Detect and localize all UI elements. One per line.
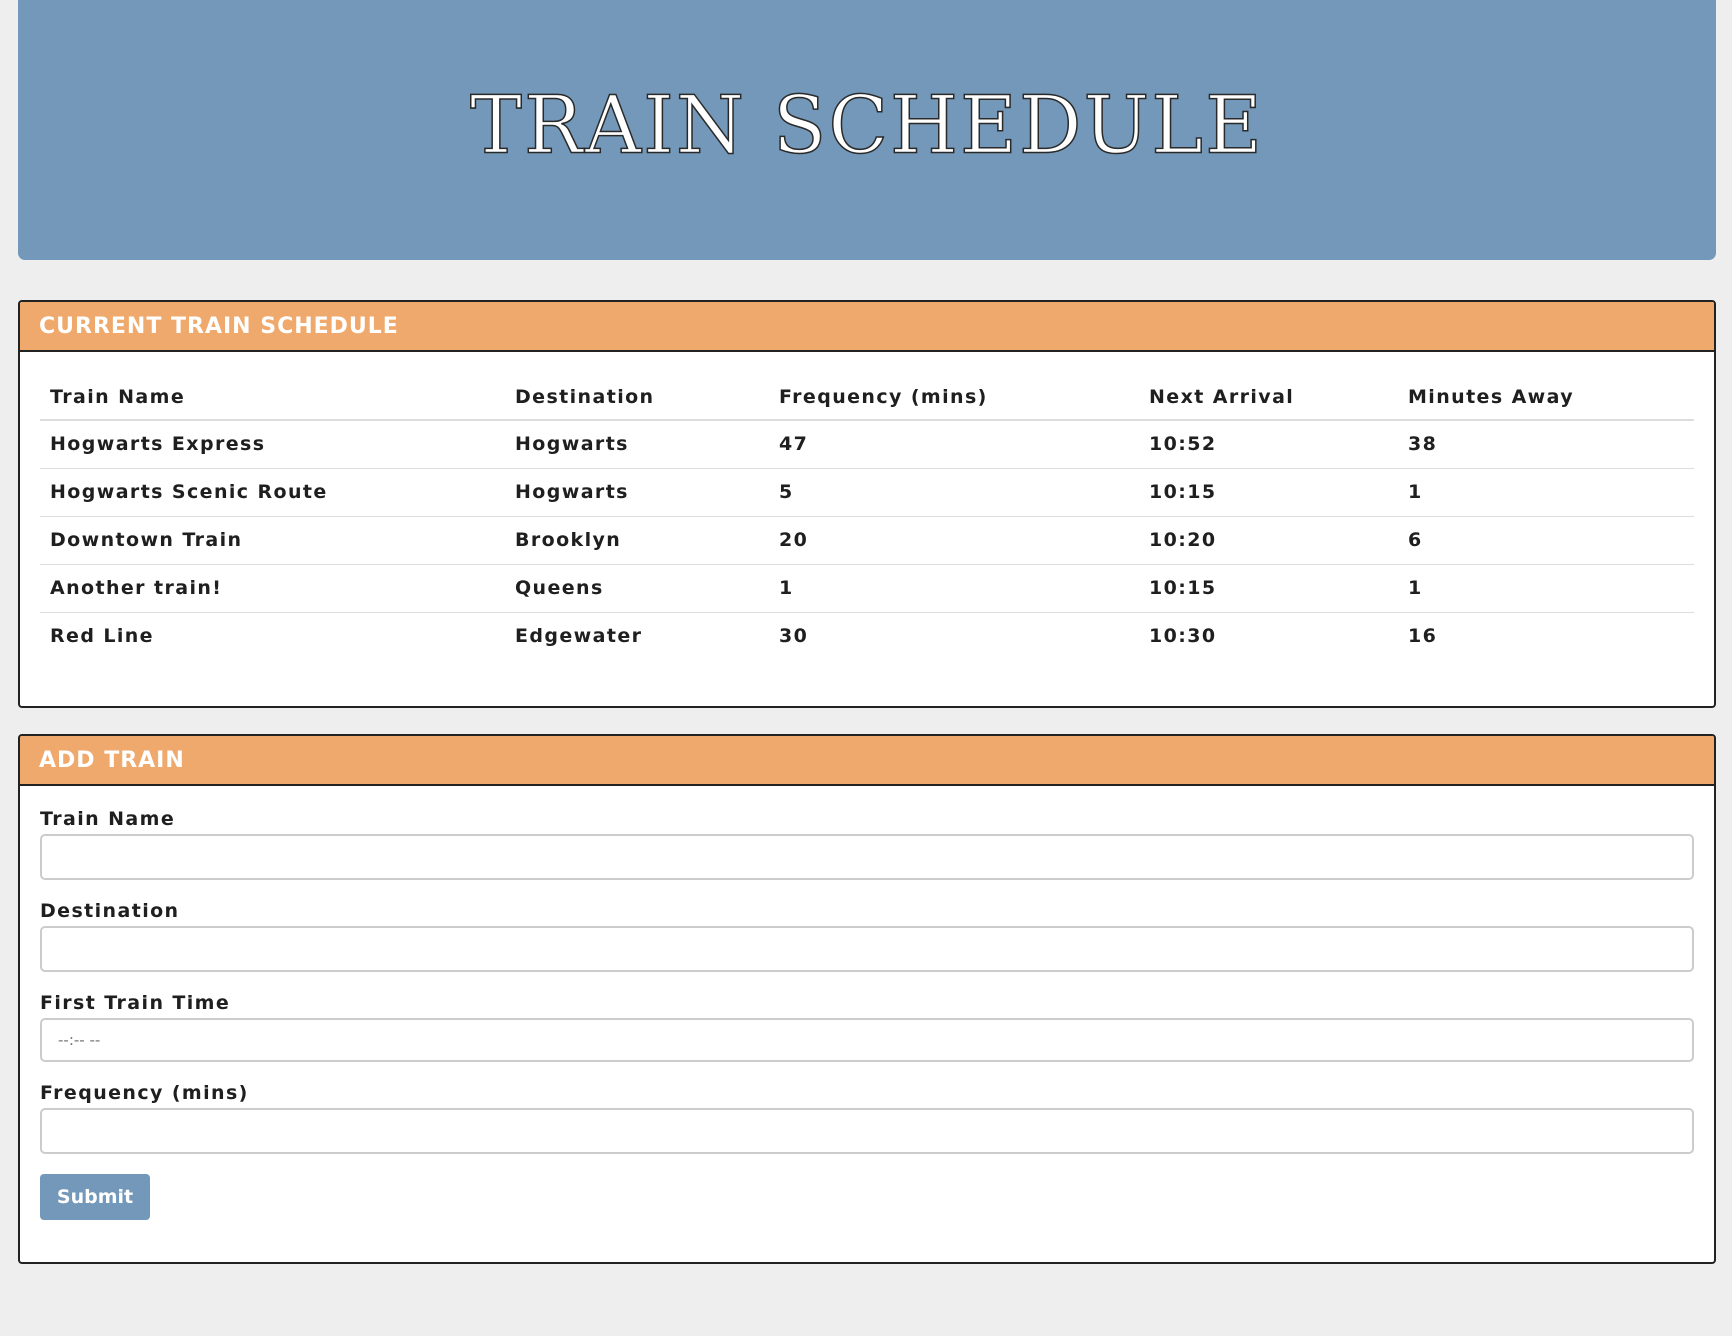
page-title: TRAIN SCHEDULE — [469, 79, 1265, 172]
cell-train-name: Hogwarts Scenic Route — [50, 481, 328, 503]
cell-destination: Queens — [515, 577, 604, 599]
cell-frequency: 30 — [779, 625, 809, 648]
add-train-form: Train Name Destination First Train Time … — [40, 804, 1694, 1220]
cell-next-arrival: 10:52 — [1149, 433, 1217, 456]
train-name-label: Train Name — [40, 808, 176, 830]
cell-destination: Hogwarts — [515, 433, 629, 456]
frequency-label: Frequency (mins) — [40, 1082, 249, 1104]
column-header-frequency: Frequency (mins) — [769, 374, 1139, 421]
destination-input[interactable] — [40, 926, 1694, 972]
cell-destination: Hogwarts — [515, 481, 629, 503]
table-row: Red Line Edgewater 30 10:30 16 — [40, 612, 1694, 660]
cell-frequency: 47 — [779, 433, 809, 456]
cell-next-arrival: 10:20 — [1149, 529, 1217, 551]
header-banner: TRAIN SCHEDULE — [18, 0, 1716, 260]
schedule-panel: CURRENT TRAIN SCHEDULE Train Name Destin… — [18, 300, 1716, 708]
train-name-input[interactable] — [40, 834, 1694, 880]
cell-minutes-away: 16 — [1408, 625, 1438, 648]
table-header-row: Train Name Destination Frequency (mins) … — [40, 374, 1694, 421]
table-row: Another train! Queens 1 10:15 1 — [40, 564, 1694, 612]
cell-train-name: Hogwarts Express — [50, 433, 266, 456]
add-train-panel: ADD TRAIN Train Name Destination First T… — [18, 734, 1716, 1264]
cell-train-name: Red Line — [50, 625, 154, 648]
train-name-group: Train Name — [40, 804, 1694, 880]
first-train-time-label: First Train Time — [40, 992, 231, 1014]
cell-destination: Brooklyn — [515, 529, 622, 551]
cell-destination: Edgewater — [515, 625, 643, 648]
table-row: Hogwarts Express Hogwarts 47 10:52 38 — [40, 420, 1694, 468]
frequency-input[interactable] — [40, 1108, 1694, 1154]
frequency-group: Frequency (mins) — [40, 1078, 1694, 1154]
cell-minutes-away: 1 — [1408, 481, 1423, 503]
destination-group: Destination — [40, 896, 1694, 972]
cell-next-arrival: 10:15 — [1149, 577, 1217, 599]
cell-minutes-away: 38 — [1408, 433, 1438, 456]
column-header-train-name: Train Name — [40, 374, 505, 421]
cell-frequency: 1 — [779, 577, 794, 599]
column-header-minutes-away: Minutes Away — [1398, 374, 1694, 421]
cell-train-name: Another train! — [50, 577, 223, 599]
column-header-next-arrival: Next Arrival — [1139, 374, 1398, 421]
schedule-table: Train Name Destination Frequency (mins) … — [40, 374, 1694, 660]
column-header-destination: Destination — [505, 374, 769, 421]
destination-label: Destination — [40, 900, 180, 922]
table-row: Hogwarts Scenic Route Hogwarts 5 10:15 1 — [40, 468, 1694, 516]
cell-frequency: 5 — [779, 481, 794, 503]
schedule-panel-heading: CURRENT TRAIN SCHEDULE — [20, 302, 1714, 352]
cell-frequency: 20 — [779, 529, 809, 551]
cell-next-arrival: 10:30 — [1149, 625, 1217, 648]
first-train-time-group: First Train Time — [40, 988, 1694, 1062]
table-row: Downtown Train Brooklyn 20 10:20 6 — [40, 516, 1694, 564]
cell-next-arrival: 10:15 — [1149, 481, 1217, 503]
cell-minutes-away: 6 — [1408, 529, 1423, 551]
cell-train-name: Downtown Train — [50, 529, 243, 551]
submit-button[interactable]: Submit — [40, 1174, 150, 1220]
add-train-panel-heading: ADD TRAIN — [20, 736, 1714, 786]
cell-minutes-away: 1 — [1408, 577, 1423, 599]
first-train-time-input[interactable] — [40, 1018, 1694, 1062]
